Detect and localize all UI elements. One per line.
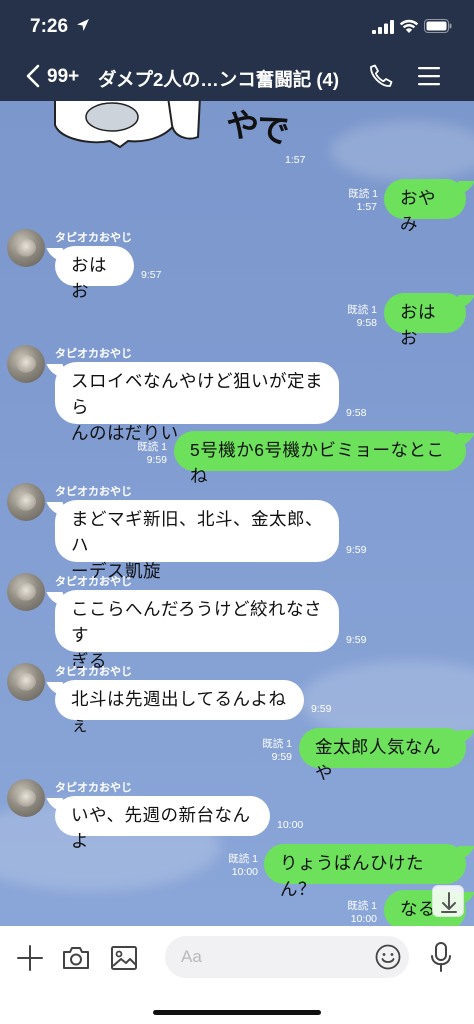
read-receipt: 既読 1 (348, 188, 378, 200)
incoming-message-bubble[interactable]: まどマギ新旧、北斗、金太郎、ハ ーデス凱旋 (55, 500, 339, 581)
arrow-down-icon (441, 892, 457, 913)
back-chevron-icon[interactable] (24, 64, 42, 88)
chat-area[interactable]: やで 1:57 既読 1 1:57 おやみ タピオカおやじ おはお 9:57 既… (0, 101, 474, 926)
camera-icon[interactable] (61, 944, 91, 972)
read-receipt: 既読 1 (347, 304, 377, 316)
location-arrow-icon (77, 19, 89, 31)
incoming-message-bubble[interactable]: スロイベなんやけど狙いが定まら んのはだりい (55, 362, 339, 443)
nav-bar: 99+ ダメプ2人の…ンコ奮闘記 (4) (0, 54, 474, 101)
background-cloud (330, 121, 474, 181)
sender-name: タピオカおやじ (55, 666, 132, 678)
outgoing-message-bubble[interactable]: おやみ (384, 179, 466, 234)
avatar[interactable] (7, 229, 45, 267)
message-time: 9:57 (141, 269, 162, 281)
menu-icon[interactable] (418, 66, 440, 86)
status-bar: 7:26 (0, 0, 474, 54)
outgoing-message-bubble[interactable]: 金太郎人気なんや (299, 728, 466, 783)
message-time: 9:59 (346, 634, 367, 646)
sender-name: タピオカおやじ (55, 348, 132, 360)
message-time: 1:57 (285, 154, 306, 166)
sender-name: タピオカおやじ (55, 232, 132, 244)
message-text: なるほ (400, 899, 436, 926)
image-icon[interactable] (110, 944, 138, 972)
message-time: 10:00 (350, 913, 377, 925)
message-time: 9:59 (146, 454, 167, 466)
message-time: 10:00 (277, 819, 304, 831)
avatar[interactable] (7, 779, 45, 817)
cellular-signal-icon (372, 20, 394, 34)
read-receipt: 既読 1 (228, 853, 258, 865)
sticker-text: やで (223, 103, 291, 152)
plus-icon[interactable] (16, 944, 44, 972)
message-text-line: スロイベなんやけど狙いが定まら (71, 371, 323, 417)
message-input[interactable] (165, 936, 409, 978)
message-time: 9:59 (271, 751, 292, 763)
message-text: 5号機か6号機かビミョーなとこね (190, 440, 445, 486)
outgoing-message-bubble[interactable]: おはお (384, 293, 466, 348)
home-indicator[interactable] (153, 1010, 321, 1015)
outgoing-message-bubble[interactable]: りょうばんひけたん？ (264, 844, 466, 899)
wifi-icon (399, 19, 419, 33)
microphone-icon[interactable] (430, 942, 452, 972)
message-text-line: ここらへんだろうけど絞れなさす (71, 599, 322, 645)
message-text-line: まどマギ新旧、北斗、金太郎、ハ (71, 509, 323, 555)
message-time: 10:00 (231, 866, 258, 878)
phone-call-icon[interactable] (368, 63, 394, 89)
message-time: 9:59 (311, 703, 332, 715)
chat-header: 7:26 99+ ダメプ2人の…ンコ奮闘記 (4) (0, 0, 474, 101)
message-text: 北斗は先週出してるんよねぇ (71, 689, 287, 735)
avatar[interactable] (7, 663, 45, 701)
message-time: 1:57 (356, 201, 377, 213)
scroll-to-bottom-button[interactable] (432, 885, 464, 917)
read-receipt: 既読 1 (137, 441, 167, 453)
message-text: おやみ (400, 188, 436, 234)
sender-name: タピオカおやじ (55, 782, 132, 794)
status-time: 7:26 (30, 16, 69, 37)
message-time: 9:58 (356, 317, 377, 329)
sender-name: タピオカおやじ (55, 576, 132, 588)
incoming-message-bubble[interactable]: 北斗は先週出してるんよねぇ (55, 680, 304, 735)
read-receipt: 既読 1 (347, 900, 377, 912)
message-input-bar (0, 926, 474, 1024)
message-text: おはお (400, 302, 436, 348)
avatar[interactable] (7, 573, 45, 611)
message-text: 金太郎人気なんや (315, 737, 441, 783)
incoming-message-bubble[interactable]: いや、先週の新台なんよ (55, 796, 270, 851)
outgoing-message-bubble[interactable]: 5号機か6号機かビミョーなとこね (174, 431, 466, 486)
battery-icon (424, 19, 452, 33)
avatar[interactable] (7, 483, 45, 521)
message-time: 9:59 (346, 544, 367, 556)
incoming-message-bubble[interactable]: ここらへんだろうけど絞れなさす ぎる (55, 590, 339, 671)
message-text: おはお (71, 255, 107, 301)
avatar[interactable] (7, 345, 45, 383)
read-receipt: 既読 1 (262, 738, 292, 750)
unread-count-badge[interactable]: 99+ (47, 66, 79, 88)
sender-name: タピオカおやじ (55, 486, 132, 498)
message-time: 9:58 (346, 407, 367, 419)
emoji-icon[interactable] (375, 944, 401, 970)
chat-title[interactable]: ダメプ2人の…ンコ奮闘記 (4) (98, 66, 339, 92)
incoming-message-bubble[interactable]: おはお (55, 246, 134, 301)
